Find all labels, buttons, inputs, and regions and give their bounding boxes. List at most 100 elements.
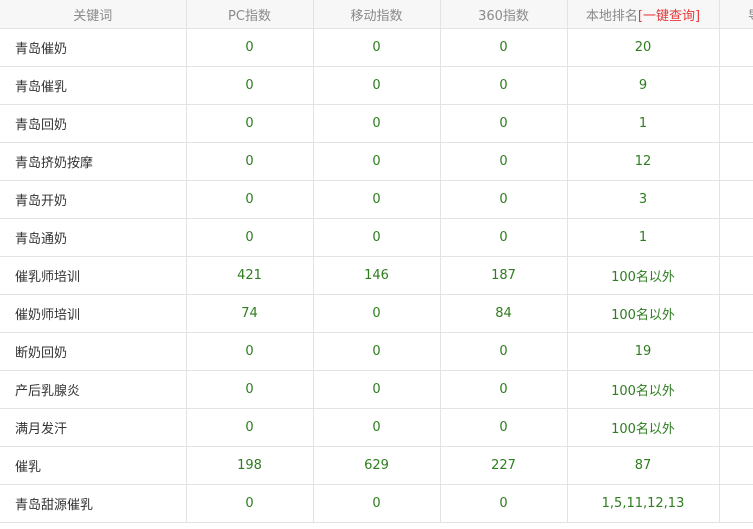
local-rank-cell: 100名以外 (567, 256, 720, 295)
mobile-index-cell: 0 (313, 66, 441, 105)
pc-index-cell: 0 (186, 142, 314, 181)
local-rank-cell: 1,5,11,12,13 (567, 484, 720, 523)
extra-cell (719, 332, 753, 371)
local-rank-cell: 1 (567, 218, 720, 257)
mobile-index-cell: 0 (313, 218, 441, 257)
index-360-cell: 0 (440, 28, 568, 67)
table-row: 青岛催乳 0 0 0 9 (0, 66, 753, 105)
table-header-row: 关键词 PC指数 移动指数 360指数 本地排名[一键查询] 导 (0, 0, 753, 29)
index-360-cell: 84 (440, 294, 568, 333)
header-pc-index[interactable]: PC指数 (186, 0, 314, 29)
pc-index-cell: 198 (186, 446, 314, 485)
header-local-rank: 本地排名[一键查询] (567, 0, 720, 29)
keyword-cell[interactable]: 青岛催乳 (0, 66, 187, 105)
header-local-rank-label: 本地排名 (585, 8, 638, 24)
pc-index-cell: 74 (186, 294, 314, 333)
mobile-index-cell: 0 (313, 370, 441, 409)
local-rank-cell: 100名以外 (567, 370, 720, 409)
pc-index-cell: 0 (186, 104, 314, 143)
table-body: 青岛催奶 0 0 0 20 青岛催乳 0 0 0 9 青岛回奶 0 0 0 1 青岛挤奶按摩 0 0 0 12 青岛开奶… (0, 28, 753, 523)
keyword-cell[interactable]: 断奶回奶 (0, 332, 187, 371)
table-row: 催乳师培训 421 146 187 100名以外 (0, 256, 753, 295)
index-360-cell: 0 (440, 104, 568, 143)
mobile-index-cell: 0 (313, 332, 441, 371)
index-360-cell: 187 (440, 256, 568, 295)
local-rank-cell: 20 (567, 28, 720, 67)
mobile-index-cell: 629 (313, 446, 441, 485)
keyword-cell[interactable]: 催乳师培训 (0, 256, 187, 295)
extra-cell (719, 408, 753, 447)
table-row: 青岛催奶 0 0 0 20 (0, 28, 753, 67)
keyword-cell[interactable]: 青岛通奶 (0, 218, 187, 257)
local-rank-cell: 100名以外 (567, 408, 720, 447)
header-extra[interactable]: 导 (719, 0, 753, 29)
keyword-cell[interactable]: 青岛挤奶按摩 (0, 142, 187, 181)
keyword-cell[interactable]: 催乳 (0, 446, 187, 485)
extra-cell (719, 142, 753, 181)
keyword-cell[interactable]: 青岛催奶 (0, 28, 187, 67)
pc-index-cell: 0 (186, 66, 314, 105)
keyword-cell[interactable]: 青岛回奶 (0, 104, 187, 143)
table-row: 青岛挤奶按摩 0 0 0 12 (0, 142, 753, 181)
extra-cell (719, 294, 753, 333)
index-360-cell: 0 (440, 408, 568, 447)
pc-index-cell: 0 (186, 408, 314, 447)
table-row: 产后乳腺炎 0 0 0 100名以外 (0, 370, 753, 409)
index-360-cell: 0 (440, 332, 568, 371)
index-360-cell: 0 (440, 370, 568, 409)
index-360-cell: 0 (440, 484, 568, 523)
header-keyword[interactable]: 关键词 (0, 0, 187, 29)
table-row: 满月发汗 0 0 0 100名以外 (0, 408, 753, 447)
index-360-cell: 0 (440, 142, 568, 181)
keyword-cell[interactable]: 青岛甜源催乳 (0, 484, 187, 523)
keyword-rank-table: 关键词 PC指数 移动指数 360指数 本地排名[一键查询] 导 青岛催奶000… (0, 0, 753, 523)
table-header: 关键词 PC指数 移动指数 360指数 本地排名[一键查询] 导 (0, 0, 753, 29)
local-rank-cell: 1 (567, 104, 720, 143)
pc-index-cell: 421 (186, 256, 314, 295)
table-row: 催乳 198 629 227 87 (0, 446, 753, 485)
extra-cell (719, 484, 753, 523)
extra-cell (719, 66, 753, 105)
mobile-index-cell: 0 (313, 484, 441, 523)
extra-cell (719, 104, 753, 143)
table-row: 断奶回奶 0 0 0 19 (0, 332, 753, 371)
mobile-index-cell: 0 (313, 142, 441, 181)
table-row: 青岛回奶 0 0 0 1 (0, 104, 753, 143)
keyword-cell[interactable]: 催奶师培训 (0, 294, 187, 333)
extra-cell (719, 370, 753, 409)
extra-cell (719, 180, 753, 219)
extra-cell (719, 256, 753, 295)
mobile-index-cell: 0 (313, 294, 441, 333)
mobile-index-cell: 146 (313, 256, 441, 295)
pc-index-cell: 0 (186, 370, 314, 409)
keyword-rank-table-container: 关键词 PC指数 移动指数 360指数 本地排名[一键查询] 导 青岛催奶000… (0, 0, 753, 529)
pc-index-cell: 0 (186, 484, 314, 523)
keyword-cell[interactable]: 产后乳腺炎 (0, 370, 187, 409)
pc-index-cell: 0 (186, 180, 314, 219)
index-360-cell: 0 (440, 218, 568, 257)
keyword-cell[interactable]: 满月发汗 (0, 408, 187, 447)
header-mobile-index[interactable]: 移动指数 (313, 0, 441, 29)
local-rank-cell: 12 (567, 142, 720, 181)
local-rank-cell: 19 (567, 332, 720, 371)
mobile-index-cell: 0 (313, 408, 441, 447)
extra-cell (719, 28, 753, 67)
index-360-cell: 0 (440, 180, 568, 219)
index-360-cell: 0 (440, 66, 568, 105)
keyword-cell[interactable]: 青岛开奶 (0, 180, 187, 219)
header-360-index[interactable]: 360指数 (440, 0, 568, 29)
local-rank-cell: 87 (567, 446, 720, 485)
pc-index-cell: 0 (186, 218, 314, 257)
table-row: 青岛通奶 0 0 0 1 (0, 218, 753, 257)
pc-index-cell: 0 (186, 28, 314, 67)
mobile-index-cell: 0 (313, 104, 441, 143)
extra-cell (719, 218, 753, 257)
local-rank-cell: 100名以外 (567, 294, 720, 333)
mobile-index-cell: 0 (313, 180, 441, 219)
table-row: 青岛开奶 0 0 0 3 (0, 180, 753, 219)
pc-index-cell: 0 (186, 332, 314, 371)
extra-cell (719, 446, 753, 485)
local-rank-cell: 3 (567, 180, 720, 219)
mobile-index-cell: 0 (313, 28, 441, 67)
quick-query-link[interactable]: [一键查询] (638, 9, 700, 24)
